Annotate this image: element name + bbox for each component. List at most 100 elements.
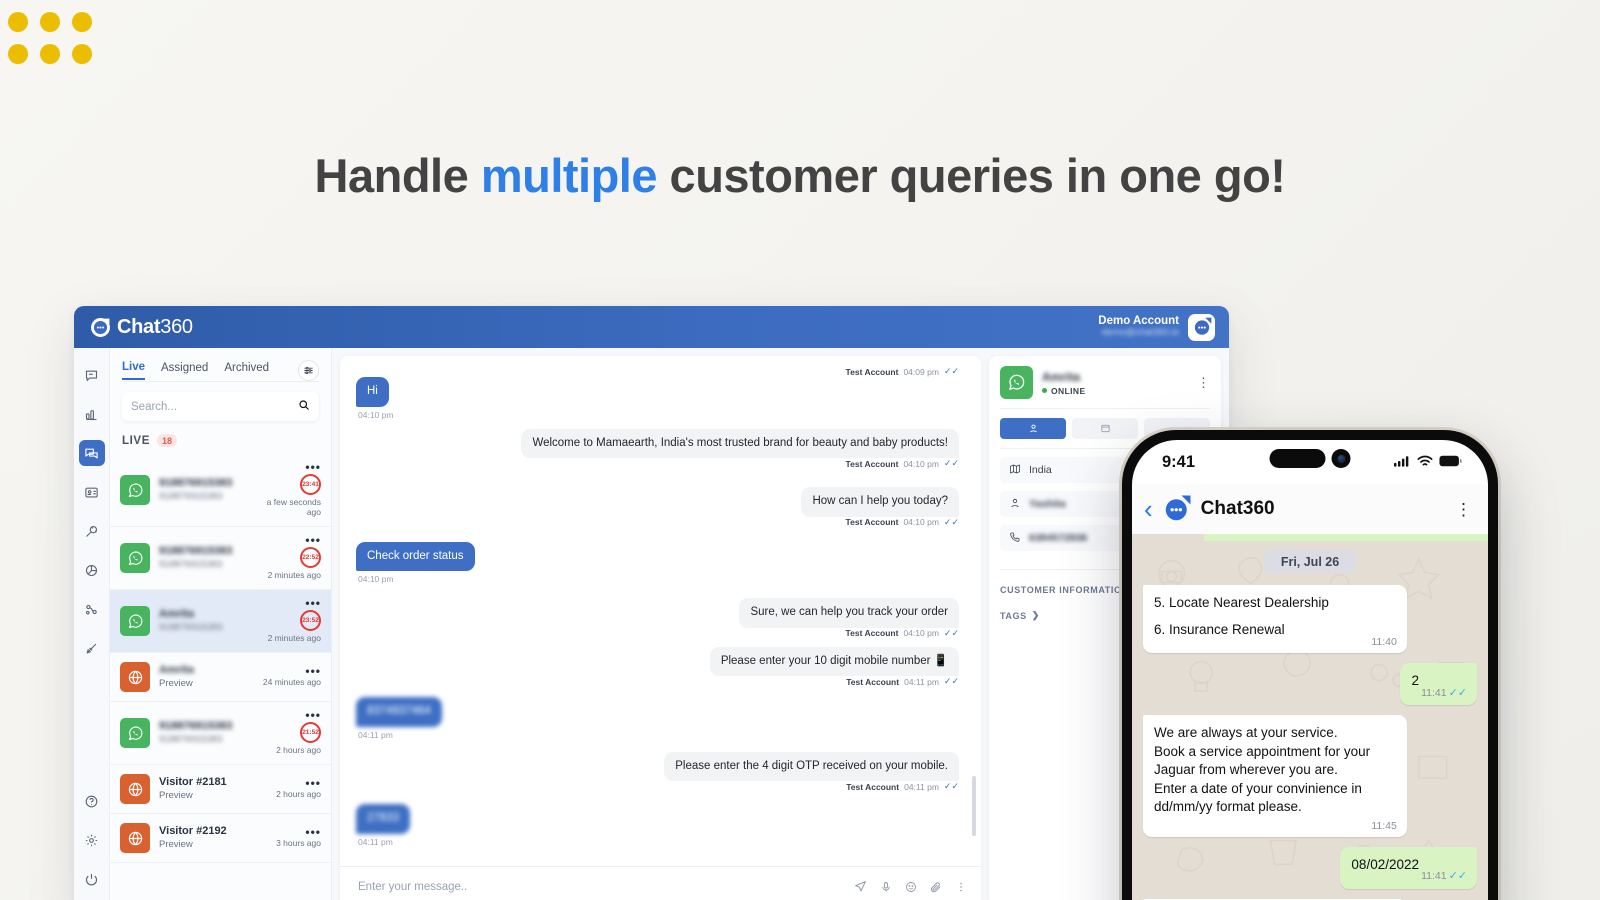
chevron-left-icon[interactable]: ‹ <box>1144 496 1153 522</box>
chat360-avatar-icon[interactable] <box>1188 313 1215 341</box>
website-globe-icon <box>120 823 150 853</box>
message-incoming: 8374937464 04:11 pm <box>356 697 959 740</box>
sidebar-item-inbox[interactable] <box>79 362 105 388</box>
conversation-options-icon[interactable]: ••• <box>259 665 321 677</box>
status-badge: ONLINE <box>1042 386 1086 396</box>
conversation-name: Amrita <box>159 608 194 621</box>
sidebar-item-help[interactable] <box>79 788 105 814</box>
website-globe-icon <box>120 774 150 804</box>
cellular-bars-icon <box>1394 453 1411 472</box>
sidebar-item-integrations[interactable] <box>79 518 105 544</box>
phone-message-line: 5. Locate Nearest Dealership <box>1154 595 1329 610</box>
filter-sliders-icon[interactable] <box>298 360 319 381</box>
message-time: 04:11 pm <box>904 676 939 687</box>
message-outgoing: How can I help you today? Test Account 04… <box>356 487 959 528</box>
brand-logo[interactable]: Chat360 <box>90 316 193 339</box>
page-headline: Handle multiple customer queries in one … <box>0 148 1600 203</box>
whatsapp-icon <box>120 543 150 573</box>
brand-suffix: 360 <box>160 315 193 338</box>
conversation-preview: Preview <box>159 678 193 690</box>
conversation-options-icon[interactable]: ••• <box>259 709 321 721</box>
conversation-options-icon[interactable]: ••• <box>259 534 321 546</box>
dot <box>72 12 92 32</box>
dot <box>40 12 60 32</box>
message-time: 04:09 pm <box>903 366 939 377</box>
attachment-icon[interactable] <box>930 881 942 893</box>
chat360-logo-icon <box>90 317 111 338</box>
message-bubble: Welcome to Mamaearth, India's most trust… <box>521 428 959 459</box>
conversation-preview: Preview <box>159 790 193 802</box>
conversation-options-icon[interactable]: ••• <box>259 461 321 473</box>
map-icon <box>1009 463 1021 478</box>
sidebar-item-campaigns[interactable] <box>79 635 105 661</box>
message-bubble: Please enter the 4 digit OTP received on… <box>664 751 959 782</box>
conversation-options-icon[interactable]: ••• <box>259 597 321 609</box>
chat-scrollbar[interactable] <box>972 776 976 836</box>
sidebar-item-analytics[interactable] <box>79 401 105 427</box>
read-receipt-icon: ✓✓ <box>1448 870 1467 883</box>
phone-message-time: 11:41 <box>1421 686 1447 699</box>
more-vertical-icon[interactable] <box>955 881 967 893</box>
read-receipt-icon: ✓✓ <box>943 781 959 792</box>
contact-name: Amrita <box>1042 369 1081 384</box>
sidebar-item-contacts[interactable] <box>79 479 105 505</box>
message-author: Test Account <box>845 366 899 377</box>
phone-message-outgoing: 08/02/2022 11:41 ✓✓ <box>1340 847 1477 889</box>
list-tabs: Live Assigned Archived <box>110 348 331 381</box>
message-bubble: Please enter your 10 digit mobile number… <box>709 646 959 677</box>
sidebar-item-reports[interactable] <box>79 557 105 583</box>
microphone-icon[interactable] <box>880 881 892 893</box>
battery-icon <box>1439 453 1462 472</box>
decorative-dots <box>8 12 104 76</box>
list-item[interactable]: Amrita 918876915383 ••• 23:52 2 minutes ago <box>110 590 331 653</box>
message-time: 04:11 pm <box>358 836 393 847</box>
phone-message-outgoing: 2 11:41 ✓✓ <box>1400 663 1477 705</box>
phone-message-line: 6. Insurance Renewal <box>1154 621 1285 637</box>
message-composer: Enter your message.. <box>340 866 981 900</box>
phone-screen: 9:41 ‹ Chat360 ⋮ Fri, Jul 26 5. Locate N… <box>1132 440 1488 900</box>
send-icon[interactable] <box>854 880 867 893</box>
list-item[interactable]: 918876915383 918876915383 ••• 22:52 2 minute… <box>110 527 331 590</box>
message-input-placeholder[interactable]: Enter your message.. <box>358 881 841 893</box>
conversation-options-icon[interactable]: ••• <box>259 777 321 789</box>
conversation-options-icon[interactable]: ••• <box>259 826 321 838</box>
search-box[interactable] <box>122 392 319 421</box>
person-icon <box>1009 497 1021 512</box>
search-icon[interactable] <box>298 398 310 416</box>
conversation-timestamp: 24 minutes ago <box>262 677 321 687</box>
tab-assigned[interactable]: Assigned <box>161 362 208 379</box>
emoji-icon[interactable] <box>905 881 917 893</box>
contact-tab-person[interactable] <box>1000 418 1066 439</box>
message-outgoing: Please enter the 4 digit OTP received on… <box>356 751 959 793</box>
more-vertical-icon[interactable]: ⋮ <box>1197 376 1210 389</box>
list-item[interactable]: Amrita Preview ••• 24 minutes ago <box>110 653 331 702</box>
list-item[interactable]: 918876915383 918876915383 ••• 21:52 2 hours … <box>110 702 331 765</box>
phone-message-line: 2 <box>1411 673 1419 689</box>
contact-tab-notes[interactable] <box>1072 418 1138 439</box>
read-receipt-icon: ✓✓ <box>943 676 959 687</box>
dynamic-island <box>1269 449 1351 468</box>
sidebar-item-flows[interactable] <box>79 596 105 622</box>
search-input[interactable] <box>131 400 298 413</box>
sla-timer-badge: 21:52 <box>300 722 321 743</box>
app-window: Chat360 Demo Account demo@chat360.io Liv… <box>74 306 1229 900</box>
whatsapp-icon <box>120 475 150 505</box>
account-menu[interactable]: Demo Account demo@chat360.io <box>1098 313 1215 341</box>
list-item[interactable]: Visitor #2192 Preview ••• 3 hours ago <box>110 814 331 863</box>
app-header: Chat360 Demo Account demo@chat360.io <box>74 306 1229 348</box>
sidebar-item-conversations[interactable] <box>78 440 105 466</box>
more-vertical-icon[interactable]: ⋮ <box>1455 501 1472 518</box>
sidebar-item-logout[interactable] <box>79 866 105 892</box>
tab-live[interactable]: Live <box>122 361 146 380</box>
phone-icon <box>1009 531 1021 546</box>
phone-mockup: 9:41 ‹ Chat360 ⋮ Fri, Jul 26 5. Locate N… <box>1122 430 1498 900</box>
list-item[interactable]: Visitor #2181 Preview ••• 2 hours ago <box>110 765 331 814</box>
message-time: 04:10 pm <box>903 517 939 528</box>
list-item[interactable]: 918876915383 918876915383 ••• 23:41 a few se… <box>110 454 331 527</box>
phone-message-incoming: 5. Locate Nearest Dealership 6. Insuranc… <box>1143 585 1407 654</box>
tab-archived[interactable]: Archived <box>224 362 269 379</box>
brand-text: Chat360 <box>117 316 193 339</box>
sidebar-item-settings[interactable] <box>79 827 105 853</box>
contact-country-value: India <box>1029 464 1052 476</box>
conversation-timestamp: 3 hours ago <box>276 838 321 848</box>
